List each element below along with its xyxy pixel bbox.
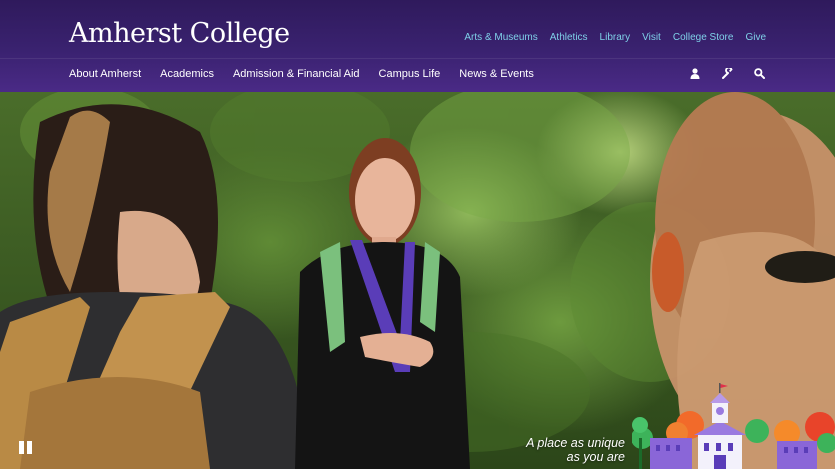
pause-icon-bar-left [19,441,24,454]
utility-nav: Arts & Museums Athletics Library Visit C… [464,32,766,43]
nav-academics[interactable]: Academics [160,68,214,80]
site-header: Amherst College Arts & Museums Athletics… [0,0,835,92]
wrench-icon[interactable] [720,66,734,80]
hero-video [0,92,835,469]
nav-campus-life[interactable]: Campus Life [379,68,441,80]
nav-icons [688,66,766,80]
util-link-college-store[interactable]: College Store [673,32,734,43]
nav-about-amherst[interactable]: About Amherst [69,68,141,80]
tagline-line-1: A place as unique [526,436,625,450]
nav-admission-financial-aid[interactable]: Admission & Financial Aid [233,68,360,80]
pause-button[interactable] [19,441,33,454]
util-link-arts-museums[interactable]: Arts & Museums [464,32,537,43]
campus-illustration [632,383,835,469]
search-icon[interactable] [752,66,766,80]
tagline-line-2: as you are [566,450,625,464]
util-link-library[interactable]: Library [600,32,631,43]
user-icon[interactable] [688,66,702,80]
util-link-give[interactable]: Give [745,32,766,43]
util-link-visit[interactable]: Visit [642,32,661,43]
site-logo[interactable]: Amherst College [69,18,290,49]
pause-icon-bar-right [27,441,32,454]
main-nav: About Amherst Academics Admission & Fina… [69,68,534,80]
header-divider [0,58,835,59]
util-link-athletics[interactable]: Athletics [550,32,588,43]
nav-news-events[interactable]: News & Events [459,68,534,80]
hero-tagline: A place as unique as you are [526,436,625,464]
